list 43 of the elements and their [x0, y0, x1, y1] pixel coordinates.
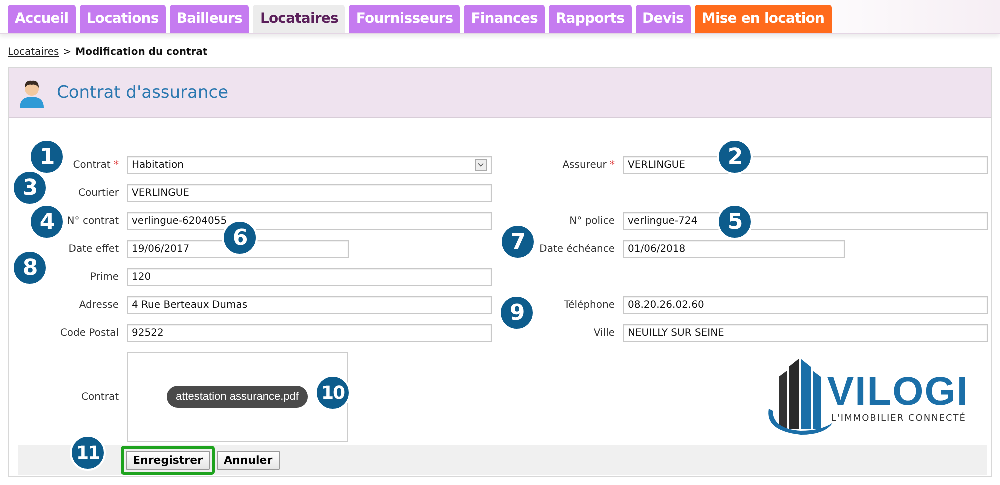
- breadcrumb-separator: >: [63, 46, 72, 58]
- caret-icon: [475, 159, 487, 171]
- input-field[interactable]: VERLINGUE: [127, 184, 492, 202]
- number-badge: 2: [717, 139, 753, 175]
- field-label: Contrat: [81, 392, 119, 402]
- contract-type-select[interactable]: Habitation: [127, 156, 492, 174]
- breadcrumb-current: Modification du contrat: [76, 46, 208, 58]
- field-label: Téléphone: [564, 300, 615, 310]
- field-label: Contrat *: [73, 160, 119, 170]
- field-label: Ville: [594, 328, 615, 338]
- field-label: Date effet: [68, 244, 119, 254]
- logo-tagline: L'IMMOBILIER CONNECTÉ: [830, 414, 966, 424]
- save-button[interactable]: Enregistrer: [126, 450, 210, 470]
- number-badge: 11: [70, 435, 106, 471]
- number-badge: 7: [500, 224, 536, 260]
- field-label: Adresse: [79, 300, 119, 310]
- field-label: Courtier: [78, 188, 119, 198]
- number-badge: 3: [12, 170, 48, 206]
- field-label: N° police: [570, 216, 615, 226]
- field-label: Date échéance: [540, 244, 615, 254]
- input-field[interactable]: 4 Rue Berteaux Dumas: [127, 296, 492, 314]
- number-badge: 1: [29, 139, 65, 175]
- field-label: N° contrat: [67, 216, 119, 226]
- input-field[interactable]: verlingue-6204055: [127, 212, 492, 230]
- field-label: Code Postal: [60, 328, 119, 338]
- number-badge: 10: [315, 375, 351, 411]
- input-field[interactable]: 08.20.26.02.60: [623, 296, 988, 314]
- number-badge: 5: [717, 204, 753, 240]
- field-label: Assureur *: [562, 160, 615, 170]
- input-field[interactable]: 92522: [127, 324, 492, 342]
- file-chip[interactable]: attestation assurance.pdf: [167, 386, 308, 408]
- breadcrumb-link[interactable]: Locataires: [8, 46, 60, 58]
- number-badge: 8: [12, 250, 48, 286]
- panel-title: Contrat d'assurance: [57, 82, 229, 102]
- logo-wordmark: VILOGI: [827, 370, 969, 414]
- number-badge: 9: [499, 295, 535, 331]
- input-field[interactable]: 120: [127, 268, 492, 286]
- input-field[interactable]: 01/06/2018: [623, 240, 845, 258]
- number-badge: 4: [29, 204, 65, 240]
- cancel-button[interactable]: Annuler: [217, 450, 280, 470]
- nav-tab[interactable]: Locataires: [253, 5, 346, 33]
- field-label: Prime: [90, 272, 119, 282]
- input-field[interactable]: NEUILLY SUR SEINE: [623, 324, 988, 342]
